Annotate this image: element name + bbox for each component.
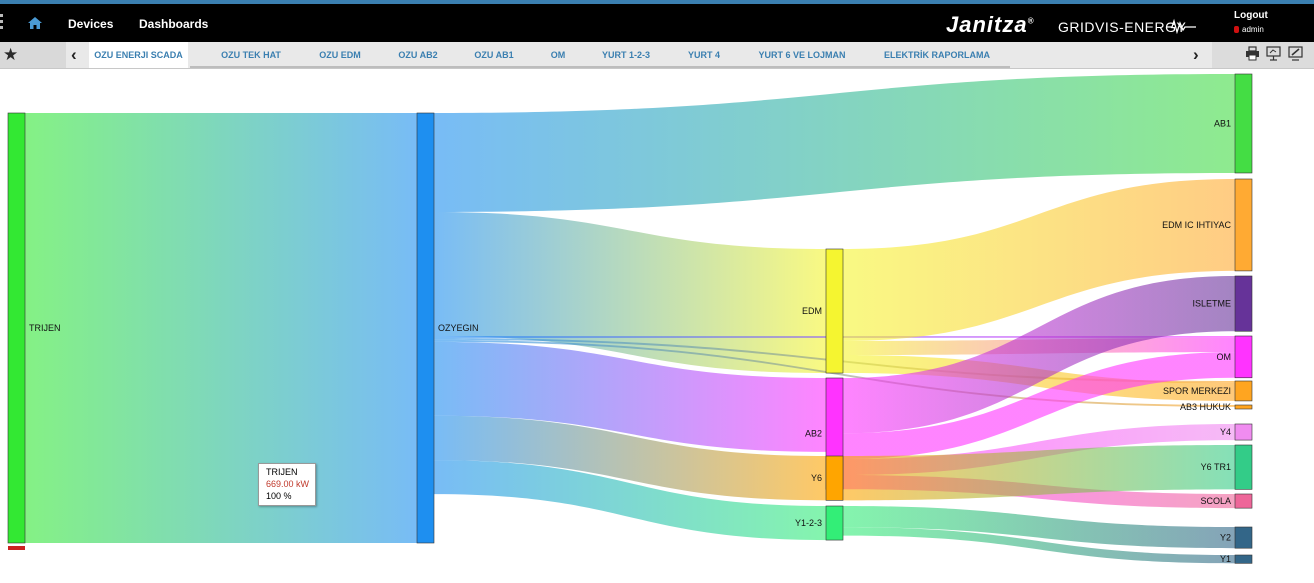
tooltip-percent: 100 % <box>266 491 292 501</box>
node-label-isletme: ISLETME <box>1192 299 1231 309</box>
node-label-trijen: TRIJEN <box>29 323 61 333</box>
node-label-y2: Y2 <box>1220 533 1231 543</box>
menu-dots-icon[interactable] <box>0 14 3 30</box>
tab-om[interactable]: OM <box>536 42 580 68</box>
node-label-om: OM <box>1217 352 1232 362</box>
tab-ozu-edm[interactable]: OZU EDM <box>304 42 376 68</box>
node-tooltip: TRIJEN 669.00 kW 100 % <box>258 463 316 506</box>
tab-yurt-1-2-3[interactable]: YURT 1-2-3 <box>588 42 664 68</box>
print-icon[interactable] <box>1245 46 1260 61</box>
flow-link-trijen-ozyegin[interactable] <box>25 113 417 543</box>
toolbar-cell <box>1212 42 1314 68</box>
node-scola[interactable] <box>1234 493 1253 509</box>
favorite-star-icon[interactable]: ★ <box>3 45 18 65</box>
top-bar: Devices Dashboards Janitza® GRIDVIS-ENER… <box>0 0 1314 42</box>
node-label-edmic: EDM IC IHTIYAC <box>1162 220 1231 230</box>
nav-dashboards[interactable]: Dashboards <box>139 17 208 31</box>
tab-yurt-6-ve-lojman[interactable]: YURT 6 VE LOJMAN <box>744 42 860 68</box>
user-indicator: admin <box>1234 25 1264 34</box>
node-y1[interactable] <box>1234 554 1253 564</box>
pulse-icon <box>1166 18 1196 34</box>
tabs-scroll-left-icon[interactable]: ‹ <box>71 45 77 65</box>
node-trijen[interactable] <box>7 112 26 544</box>
node-label-y4: Y4 <box>1220 427 1231 437</box>
tab-ozu-ab1[interactable]: OZU AB1 <box>460 42 528 68</box>
tab-ozu-ab2[interactable]: OZU AB2 <box>384 42 452 68</box>
tooltip-title: TRIJEN <box>266 467 298 477</box>
brand-logo: Janitza® <box>946 12 1035 37</box>
favorites-cell: ★ <box>0 42 66 68</box>
home-icon[interactable] <box>26 14 44 32</box>
node-label-ab2: AB2 <box>805 429 822 439</box>
node-om[interactable] <box>1234 335 1253 379</box>
node-label-spor: SPOR MERKEZI <box>1163 386 1231 396</box>
node-label-y123: Y1-2-3 <box>795 518 822 528</box>
edit-dashboard-icon[interactable] <box>1288 46 1303 61</box>
logout-link[interactable]: Logout <box>1234 10 1268 21</box>
tab-elektrik-raporlama[interactable]: ELEKTRİK RAPORLAMA <box>868 42 1006 68</box>
node-y4[interactable] <box>1234 423 1253 441</box>
node-y123[interactable] <box>825 505 844 541</box>
node-y6tr1[interactable] <box>1234 444 1253 490</box>
node-ab1[interactable] <box>1234 73 1253 174</box>
node-label-y1: Y1 <box>1220 554 1231 564</box>
node-y6[interactable] <box>825 455 844 501</box>
node-isletme[interactable] <box>1234 275 1253 332</box>
node-label-ozyegin: OZYEGIN <box>438 323 479 333</box>
tab-ozu-tek-hat[interactable]: OZU TEK HAT <box>206 42 296 68</box>
node-label-y6tr1: Y6 TR1 <box>1201 462 1231 472</box>
tab-yurt-4[interactable]: YURT 4 <box>672 42 736 68</box>
node-label-ab3: AB3 HUKUK <box>1180 402 1231 412</box>
node-edm[interactable] <box>825 248 844 374</box>
nav-devices[interactable]: Devices <box>68 17 113 31</box>
dashboard-tab-bar: ★ ‹ OZU ENERJI SCADA OZU TEK HAT OZU EDM… <box>0 42 1314 69</box>
tab-ozu-enerji-scada[interactable]: OZU ENERJI SCADA <box>89 42 188 68</box>
node-label-edm: EDM <box>802 306 822 316</box>
energy-flow-sankey: TRIJEN OZYEGIN EDM AB2 Y6 Y1-2-3 AB1 EDM IC IHT… <box>7 73 1253 564</box>
node-y2[interactable] <box>1234 526 1253 549</box>
node-ab3[interactable] <box>1234 404 1253 410</box>
node-spor[interactable] <box>1234 380 1253 402</box>
presentation-icon[interactable] <box>1266 46 1281 61</box>
tabs-scroll-right-icon[interactable]: › <box>1193 45 1199 65</box>
node-edmic[interactable] <box>1234 178 1253 272</box>
node-marker <box>8 546 25 550</box>
tooltip-value: 669.00 kW <box>266 479 310 489</box>
user-status-icon <box>1234 26 1239 34</box>
node-label-scola: SCOLA <box>1200 496 1231 506</box>
node-label-ab1: AB1 <box>1214 118 1231 128</box>
node-label-y6: Y6 <box>811 473 822 483</box>
node-ozyegin[interactable] <box>416 112 435 544</box>
